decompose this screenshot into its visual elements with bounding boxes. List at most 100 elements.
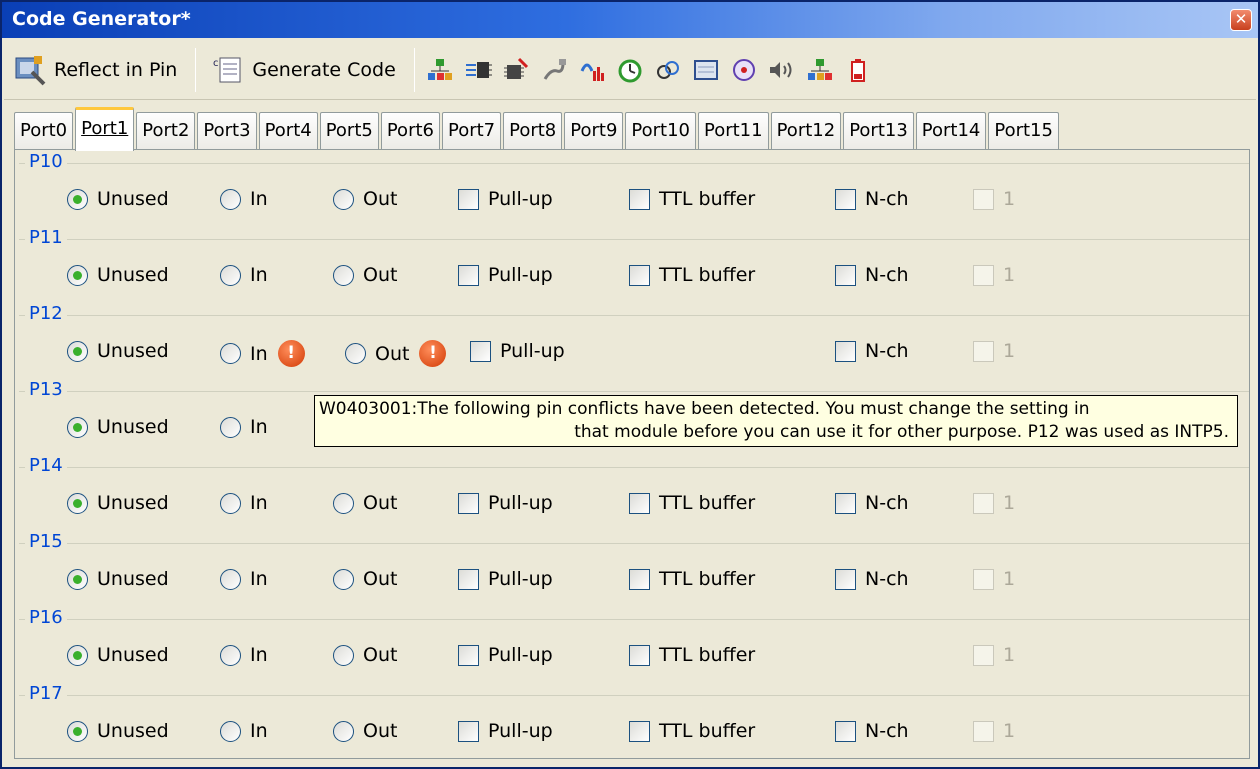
checkbox[interactable] — [835, 340, 856, 362]
tab-port1[interactable]: Port1 — [75, 107, 135, 151]
pullup-option[interactable]: Pull-up — [458, 188, 553, 210]
radio-button[interactable] — [333, 264, 354, 286]
tab-port2[interactable]: Port2 — [136, 112, 196, 150]
one-option[interactable]: 1 — [973, 264, 1015, 286]
radio-button[interactable] — [67, 644, 88, 666]
in-option[interactable]: In — [220, 264, 268, 286]
radio-button[interactable] — [67, 492, 88, 514]
checkbox[interactable] — [629, 264, 650, 286]
tab-port10[interactable]: Port10 — [625, 112, 696, 150]
nch-option[interactable]: N-ch — [835, 188, 909, 210]
one-option[interactable]: 1 — [973, 568, 1015, 590]
radio-button[interactable] — [67, 568, 88, 590]
unused-option[interactable]: Unused — [67, 492, 169, 514]
network-icon[interactable] — [801, 48, 839, 92]
tab-port0[interactable]: Port0 — [14, 112, 74, 150]
out-option[interactable]: Out — [333, 644, 397, 666]
radio-button[interactable] — [220, 416, 241, 438]
clock-generator-icon[interactable] — [421, 48, 459, 92]
tab-port14[interactable]: Port14 — [915, 112, 987, 150]
checkbox[interactable] — [629, 568, 650, 590]
radio-button[interactable] — [220, 264, 241, 286]
radio-button[interactable] — [220, 343, 241, 364]
reflect-in-pin-button[interactable]: Reflect in Pin — [4, 46, 189, 94]
tab-port13[interactable]: Port13 — [843, 112, 914, 150]
unused-option[interactable]: Unused — [67, 720, 169, 742]
in-option[interactable]: In — [220, 492, 268, 514]
radio-button[interactable] — [67, 188, 88, 210]
checkbox[interactable] — [973, 644, 994, 666]
ttl-option[interactable]: TTL buffer — [629, 644, 755, 666]
checkbox[interactable] — [458, 644, 479, 666]
radio-button[interactable] — [220, 188, 241, 210]
radio-button[interactable] — [67, 264, 88, 286]
one-option[interactable]: 1 — [973, 720, 1015, 742]
checkbox[interactable] — [458, 264, 479, 286]
out-option[interactable]: Out! — [345, 340, 447, 367]
radio-button[interactable] — [220, 720, 241, 742]
ttl-option[interactable]: TTL buffer — [629, 492, 755, 514]
in-option[interactable]: In — [220, 568, 268, 590]
ttl-option[interactable]: TTL buffer — [629, 188, 755, 210]
interrupt-icon[interactable] — [649, 48, 687, 92]
checkbox[interactable] — [458, 568, 479, 590]
in-option[interactable]: In — [220, 720, 268, 742]
checkbox[interactable] — [973, 340, 994, 362]
tab-port7[interactable]: Port7 — [441, 112, 502, 150]
radio-button[interactable] — [333, 644, 354, 666]
radio-button[interactable] — [220, 644, 241, 666]
pullup-option[interactable]: Pull-up — [458, 492, 553, 514]
tab-port11[interactable]: Port11 — [698, 112, 769, 150]
tab-port9[interactable]: Port9 — [564, 112, 624, 150]
radio-button[interactable] — [333, 492, 354, 514]
checkbox[interactable] — [629, 644, 650, 666]
out-option[interactable]: Out — [333, 188, 397, 210]
unused-option[interactable]: Unused — [67, 568, 169, 590]
out-option[interactable]: Out — [333, 492, 397, 514]
pullup-option[interactable]: Pull-up — [458, 264, 553, 286]
pullup-option[interactable]: Pull-up — [458, 720, 553, 742]
radio-button[interactable] — [220, 568, 241, 590]
checkbox[interactable] — [470, 340, 491, 362]
radio-button[interactable] — [333, 188, 354, 210]
unused-option[interactable]: Unused — [67, 644, 169, 666]
warning-icon[interactable]: ! — [277, 340, 305, 367]
tab-port12[interactable]: Port12 — [770, 112, 842, 150]
pullup-option[interactable]: Pull-up — [458, 568, 553, 590]
one-option[interactable]: 1 — [973, 644, 1015, 666]
unused-option[interactable]: Unused — [67, 340, 169, 362]
out-option[interactable]: Out — [333, 568, 397, 590]
out-option[interactable]: Out — [333, 264, 397, 286]
checkbox[interactable] — [973, 568, 994, 590]
unused-option[interactable]: Unused — [67, 416, 169, 438]
checkbox[interactable] — [973, 720, 994, 742]
serial-icon[interactable] — [535, 48, 573, 92]
nch-option[interactable]: N-ch — [835, 340, 909, 362]
port-icon[interactable] — [459, 48, 497, 92]
in-option[interactable]: In — [220, 188, 268, 210]
out-option[interactable]: Out — [333, 720, 397, 742]
tab-port6[interactable]: Port6 — [380, 112, 440, 150]
nch-option[interactable]: N-ch — [835, 720, 909, 742]
close-button[interactable]: ✕ — [1230, 9, 1252, 31]
nch-option[interactable]: N-ch — [835, 492, 909, 514]
unused-option[interactable]: Unused — [67, 188, 169, 210]
sound-icon[interactable] — [763, 48, 801, 92]
in-option[interactable]: In — [220, 644, 268, 666]
tab-port3[interactable]: Port3 — [197, 112, 257, 150]
radio-button[interactable] — [220, 492, 241, 514]
checkbox[interactable] — [835, 492, 856, 514]
pullup-option[interactable]: Pull-up — [470, 340, 565, 362]
radio-button[interactable] — [67, 720, 88, 742]
checkbox[interactable] — [835, 568, 856, 590]
radio-button[interactable] — [333, 568, 354, 590]
checkbox[interactable] — [973, 492, 994, 514]
tab-port15[interactable]: Port15 — [988, 112, 1059, 150]
checkbox[interactable] — [629, 492, 650, 514]
in-option[interactable]: In! — [220, 340, 305, 367]
watch-icon[interactable] — [725, 48, 763, 92]
warning-icon[interactable]: ! — [419, 340, 447, 367]
in-option[interactable]: In — [220, 416, 268, 438]
unused-option[interactable]: Unused — [67, 264, 169, 286]
checkbox[interactable] — [629, 188, 650, 210]
